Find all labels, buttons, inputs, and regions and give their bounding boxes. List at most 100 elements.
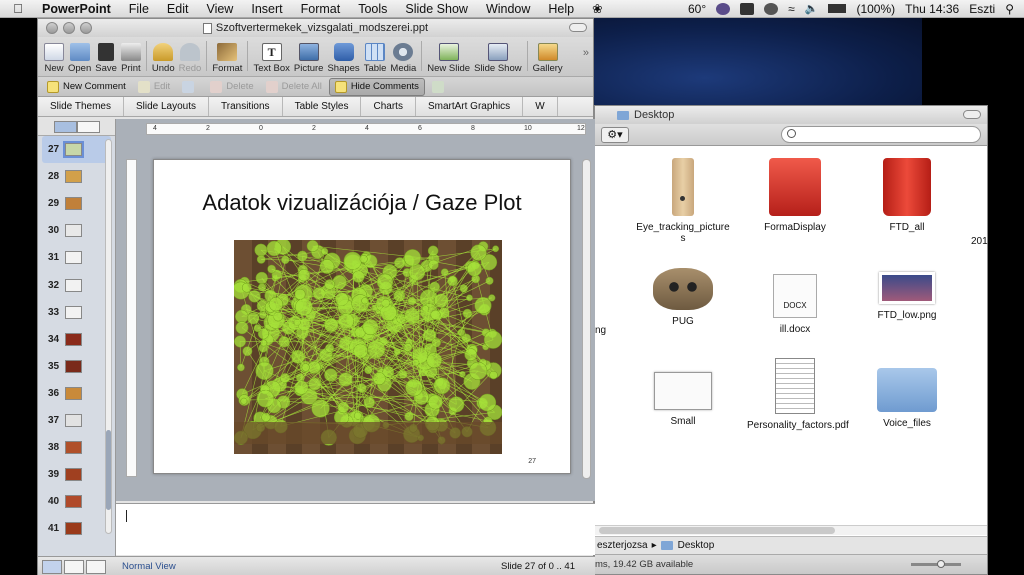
finder-title-bar[interactable]: Desktop bbox=[595, 106, 987, 124]
zoom-button[interactable] bbox=[80, 22, 92, 34]
finder-item-formadisplay[interactable]: FormaDisplay bbox=[747, 158, 843, 233]
path-item-desktop[interactable]: Desktop bbox=[678, 540, 715, 551]
shapes-button[interactable]: Shapes bbox=[327, 43, 360, 74]
minimize-button[interactable] bbox=[63, 22, 75, 34]
slide-title[interactable]: Adatok vizualizációja / Gaze Plot bbox=[154, 190, 570, 216]
finder-item-small[interactable]: Small bbox=[635, 372, 731, 427]
slide-sorter-view-button[interactable] bbox=[64, 559, 84, 574]
finder-toolbar-toggle[interactable] bbox=[963, 110, 981, 119]
print-button[interactable]: Print bbox=[120, 43, 141, 74]
finder-item-ftd-all[interactable]: FTD_all bbox=[859, 158, 955, 233]
gallery-button[interactable]: Gallery bbox=[533, 43, 563, 74]
path-item-user[interactable]: eszterjozsa bbox=[597, 540, 648, 551]
new-button[interactable]: New bbox=[44, 43, 64, 74]
close-button[interactable] bbox=[46, 22, 58, 34]
tab-slide-themes[interactable]: Slide Themes bbox=[38, 97, 124, 116]
undo-button[interactable]: Undo bbox=[152, 43, 175, 74]
menu-edit[interactable]: Edit bbox=[158, 2, 198, 16]
display-icon[interactable] bbox=[740, 2, 755, 15]
clock-widget-icon[interactable] bbox=[716, 2, 731, 15]
save-button[interactable]: Save bbox=[95, 43, 117, 74]
new-slide-button[interactable]: New Slide bbox=[427, 43, 470, 74]
thumbnail-scroll-thumb[interactable] bbox=[106, 430, 111, 510]
slides-view-toggle[interactable] bbox=[53, 121, 77, 133]
hide-comments-button[interactable]: Hide Comments bbox=[328, 77, 425, 96]
finder-item-ftd-low-png[interactable]: FTD_low.png bbox=[859, 272, 955, 321]
open-button[interactable]: Open bbox=[68, 43, 91, 74]
time-machine-icon[interactable] bbox=[764, 2, 779, 15]
user-menu[interactable]: Eszti bbox=[969, 2, 995, 16]
new-comment-button[interactable]: New Comment bbox=[42, 79, 131, 95]
finder-horizontal-scrollbar[interactable] bbox=[595, 525, 987, 535]
picture-button[interactable]: Picture bbox=[294, 43, 323, 74]
slide-show-button[interactable]: Slide Show bbox=[474, 43, 522, 74]
volume-icon[interactable]: 🔈 bbox=[805, 2, 819, 15]
slide-thumbnail[interactable]: 37 bbox=[38, 407, 115, 434]
finder-item-personality-factors[interactable]: Personality_factors.pdf bbox=[747, 358, 849, 431]
slide-thumbnail[interactable]: 27 bbox=[42, 136, 111, 164]
slide-thumbnail[interactable]: 28 bbox=[38, 163, 115, 190]
send-comment-button[interactable] bbox=[427, 79, 453, 95]
menu-slide-show[interactable]: Slide Show bbox=[396, 2, 477, 16]
tab-wordart[interactable]: W bbox=[523, 97, 558, 116]
format-button[interactable]: Format bbox=[212, 43, 242, 74]
slide-thumbnail[interactable]: 34 bbox=[38, 326, 115, 353]
spotlight-icon[interactable]: ⚲ bbox=[1005, 2, 1014, 16]
delete-comment-button[interactable]: Delete bbox=[205, 79, 258, 95]
slide-thumbnail[interactable]: 36 bbox=[38, 380, 115, 407]
tab-table-styles[interactable]: Table Styles bbox=[283, 97, 362, 116]
slide-thumbnail[interactable]: 32 bbox=[38, 271, 115, 298]
slide-thumbnail[interactable]: 29 bbox=[38, 190, 115, 217]
script-menu-icon[interactable]: ❀ bbox=[583, 1, 611, 16]
redo-button[interactable]: Redo bbox=[179, 43, 201, 74]
menu-file[interactable]: File bbox=[120, 2, 158, 16]
toolbar-toggle-button[interactable] bbox=[569, 23, 587, 32]
app-menu[interactable]: PowerPoint bbox=[36, 2, 120, 16]
battery-percent[interactable]: (100%) bbox=[856, 2, 895, 16]
slide-thumbnail[interactable]: 30 bbox=[38, 217, 115, 244]
slide-thumbnail[interactable]: 38 bbox=[38, 434, 115, 461]
title-bar[interactable]: Szoftvertermekek_vizsgalati_modszerei.pp… bbox=[38, 19, 593, 37]
normal-view-button[interactable] bbox=[42, 559, 62, 574]
slide-thumbnail[interactable]: 40 bbox=[38, 488, 115, 515]
slide-show-view-button[interactable] bbox=[86, 559, 106, 574]
menu-view[interactable]: View bbox=[197, 2, 242, 16]
tab-charts[interactable]: Charts bbox=[361, 97, 416, 116]
finder-scroll-thumb[interactable] bbox=[599, 527, 835, 534]
previous-comment-button[interactable] bbox=[177, 79, 203, 95]
slide-thumbnail[interactable]: 41 bbox=[38, 515, 115, 542]
menu-help[interactable]: Help bbox=[539, 2, 583, 16]
apple-icon[interactable]:  bbox=[0, 1, 36, 16]
edit-comment-button[interactable]: Edit bbox=[133, 79, 175, 95]
menu-tools[interactable]: Tools bbox=[349, 2, 396, 16]
menu-format[interactable]: Format bbox=[292, 2, 350, 16]
slide-thumbnail[interactable]: 39 bbox=[38, 461, 115, 488]
finder-item-ill-docx[interactable]: DOCX ill.docx bbox=[747, 274, 843, 335]
menu-insert[interactable]: Insert bbox=[242, 2, 291, 16]
thumbnail-scrollbar[interactable] bbox=[105, 139, 112, 534]
toolbar-overflow-icon[interactable]: » bbox=[583, 47, 589, 59]
search-input[interactable] bbox=[781, 126, 981, 143]
action-gear-button[interactable]: ⚙▾ bbox=[601, 126, 629, 143]
media-button[interactable]: Media bbox=[390, 43, 416, 74]
slide-thumbnail[interactable]: 33 bbox=[38, 299, 115, 326]
gaze-plot-image[interactable] bbox=[234, 240, 502, 454]
tab-transitions[interactable]: Transitions bbox=[209, 97, 283, 116]
slide-thumbnail[interactable]: 31 bbox=[38, 244, 115, 271]
temperature-readout[interactable]: 60° bbox=[688, 2, 706, 16]
vertical-ruler[interactable] bbox=[126, 159, 137, 477]
icon-size-slider[interactable] bbox=[911, 560, 961, 568]
outline-view-toggle[interactable] bbox=[76, 121, 100, 133]
slide-scrollbar[interactable] bbox=[582, 159, 591, 479]
wifi-icon[interactable]: ≈ bbox=[788, 2, 795, 16]
clock[interactable]: Thu 14:36 bbox=[905, 2, 959, 16]
current-slide[interactable]: Adatok vizualizációja / Gaze Plot 27 bbox=[153, 159, 571, 474]
table-button[interactable]: Table bbox=[364, 43, 386, 74]
finder-item-pug[interactable]: PUG bbox=[635, 268, 731, 327]
battery-icon[interactable] bbox=[828, 4, 847, 13]
icon-size-slider-knob[interactable] bbox=[937, 560, 945, 568]
horizontal-ruler[interactable]: 4 2 0 2 4 6 8 10 12 bbox=[146, 123, 586, 135]
slide-thumbnail[interactable]: 35 bbox=[38, 353, 115, 380]
tab-slide-layouts[interactable]: Slide Layouts bbox=[124, 97, 210, 116]
delete-all-button[interactable]: Delete All bbox=[261, 79, 327, 95]
